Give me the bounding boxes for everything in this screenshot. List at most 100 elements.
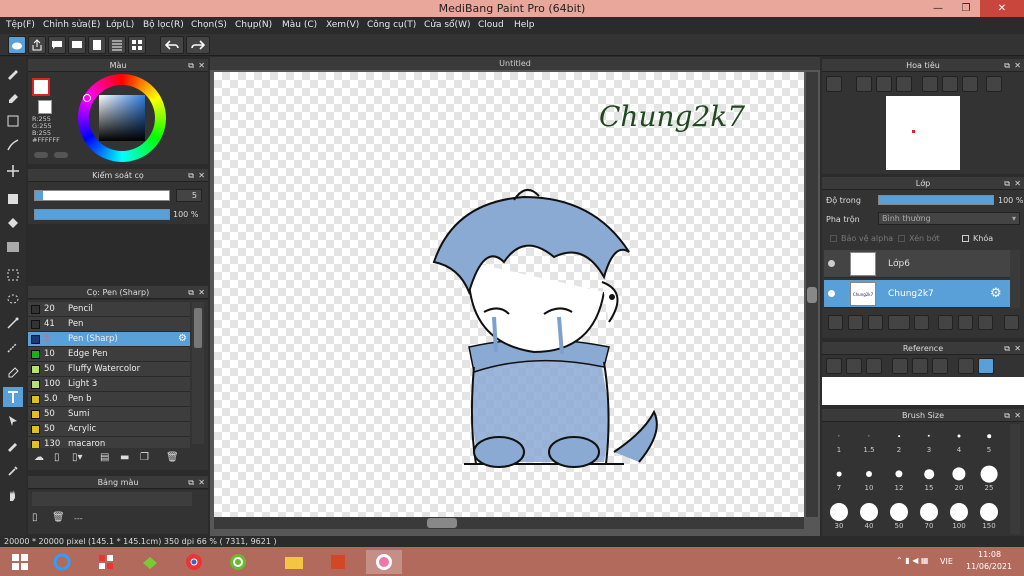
foreground-color-swatch[interactable] <box>32 78 50 96</box>
blend-mode-select[interactable]: Bình thường ▾ <box>878 212 1020 225</box>
refresh-app-icon[interactable] <box>220 550 256 574</box>
brush-size-option[interactable]: 25 <box>974 462 1004 492</box>
float-icon[interactable]: ⧉ <box>188 476 194 489</box>
medibang-icon[interactable] <box>366 550 402 574</box>
new-layer-1bit-icon[interactable] <box>868 315 883 330</box>
layer-row[interactable]: Lớp6 <box>824 250 1020 278</box>
brush-size-option[interactable]: 70 <box>914 500 944 530</box>
brush-size-option[interactable]: 50 <box>884 500 914 530</box>
hand-tool-icon[interactable] <box>3 485 23 505</box>
eye-icon[interactable] <box>828 290 835 297</box>
brush-size-option[interactable]: 20 <box>944 462 974 492</box>
float-icon[interactable]: ⧉ <box>1004 342 1010 355</box>
open-file-icon[interactable] <box>846 358 862 374</box>
new-layer-icon[interactable] <box>828 315 843 330</box>
rotate-left-icon[interactable] <box>922 76 938 92</box>
delete-brush-icon[interactable]: 🗑 <box>166 452 179 463</box>
new-brush-icon[interactable]: ▯ <box>54 452 60 463</box>
move-tool-icon[interactable] <box>3 161 23 181</box>
brush-size-option[interactable]: 3 <box>914 424 944 454</box>
protect-alpha-checkbox[interactable] <box>830 235 837 242</box>
chat-icon[interactable] <box>68 36 86 54</box>
brush-size-option[interactable]: 30 <box>824 500 854 530</box>
select-rect-tool-icon[interactable] <box>3 265 23 285</box>
panel-close-icon[interactable]: ✕ <box>198 476 205 489</box>
operation-tool-icon[interactable] <box>3 411 23 431</box>
brush-row[interactable]: 10 Edge Pen <box>28 347 190 362</box>
float-icon[interactable]: ⧉ <box>1004 409 1010 422</box>
new-layer-8bit-icon[interactable] <box>848 315 863 330</box>
folder-icon[interactable]: ▬ <box>120 452 129 463</box>
delete-palette-icon[interactable]: 🗑 <box>52 512 65 523</box>
tray-icons[interactable]: ⌃ ▮ ◀ ▦ <box>896 556 928 565</box>
fit-icon[interactable] <box>912 358 928 374</box>
gear-icon[interactable]: ⚙ <box>990 286 1002 301</box>
gradient-tool-icon[interactable] <box>3 237 23 257</box>
list-icon[interactable] <box>108 36 126 54</box>
layer-scrollbar[interactable] <box>1010 250 1020 308</box>
brush-size-option[interactable]: 5 <box>974 424 1004 454</box>
duplicate-layer-icon[interactable] <box>938 315 953 330</box>
canvas-h-scrollbar[interactable] <box>214 517 804 529</box>
menu-color[interactable]: Màu (C) <box>282 20 317 30</box>
palette-area[interactable] <box>32 492 192 506</box>
menu-layer[interactable]: Lớp(L) <box>106 20 134 30</box>
layer-settings-icon[interactable] <box>978 315 993 330</box>
app-grid-icon[interactable] <box>88 550 124 574</box>
float-icon[interactable]: ⧉ <box>1004 177 1010 190</box>
flip-icon[interactable] <box>986 76 1002 92</box>
input-language[interactable]: VIE <box>940 557 953 566</box>
clipping-checkbox[interactable] <box>898 235 905 242</box>
brush-row[interactable]: 50 Acrylic <box>28 422 190 437</box>
brush-size-value[interactable]: 5 <box>176 189 202 202</box>
magic-wand-tool-icon[interactable] <box>3 313 23 333</box>
close-reference-icon[interactable] <box>866 358 882 374</box>
minimize-button[interactable]: — <box>924 0 952 17</box>
comment-icon[interactable] <box>48 36 66 54</box>
brush-size-scrollbar[interactable] <box>1010 424 1020 534</box>
color-mode-button[interactable] <box>34 152 48 158</box>
brush-size-option[interactable]: 4 <box>944 424 974 454</box>
panel-close-icon[interactable]: ✕ <box>198 169 205 182</box>
reference-cloud-icon[interactable] <box>826 358 842 374</box>
eye-icon[interactable] <box>828 260 835 267</box>
eyedropper-tool-icon[interactable] <box>3 461 23 481</box>
brush-size-option[interactable]: 12 <box>884 462 914 492</box>
powerpoint-icon[interactable] <box>320 550 356 574</box>
clock-date[interactable]: 11/06/2021 <box>966 562 1012 571</box>
menu-view[interactable]: Xem(V) <box>326 20 359 30</box>
fill-rect-tool-icon[interactable] <box>3 189 23 209</box>
zoom-in-icon[interactable] <box>892 358 908 374</box>
rotate-right-icon[interactable] <box>962 76 978 92</box>
windows-start-icon[interactable] <box>2 550 38 574</box>
brush-list-scrollbar[interactable] <box>192 302 204 444</box>
brush-size-option[interactable]: 1 <box>824 424 854 454</box>
layer-row-selected[interactable]: Chung2k7 Chung2k7 ⚙ <box>824 280 1020 308</box>
eraser-tool-icon[interactable] <box>3 87 23 107</box>
hue-wheel[interactable] <box>78 74 166 162</box>
brush-size-option[interactable]: 40 <box>854 500 884 530</box>
canvas-v-scrollbar[interactable] <box>806 72 818 517</box>
brush-row-selected[interactable]: 5 Pen (Sharp) ⚙ <box>28 332 190 347</box>
zoom-out-icon[interactable] <box>896 76 912 92</box>
brush-settings-icon[interactable]: ▤ <box>100 452 109 463</box>
saturation-square[interactable] <box>99 95 145 141</box>
hue-handle[interactable] <box>83 94 91 102</box>
float-icon[interactable]: ⧉ <box>1004 59 1010 72</box>
duplicate-icon[interactable]: ❐ <box>140 452 149 463</box>
rectangle-tool-icon[interactable] <box>3 111 23 131</box>
brush-opacity-slider[interactable] <box>34 209 170 220</box>
text-tool-icon[interactable] <box>3 387 23 407</box>
menu-cloud[interactable]: Cloud <box>478 20 504 30</box>
undo-icon[interactable] <box>160 36 184 54</box>
zoom-reset-icon[interactable] <box>826 76 842 92</box>
float-icon[interactable]: ⧉ <box>188 286 194 299</box>
bluestacks-icon[interactable] <box>132 550 168 574</box>
panel-close-icon[interactable]: ✕ <box>1014 59 1021 72</box>
menu-edit[interactable]: Chỉnh sửa(E) <box>43 20 100 30</box>
dropper-tool-icon[interactable] <box>3 435 23 455</box>
navigator-preview[interactable] <box>886 96 960 170</box>
panel-close-icon[interactable]: ✕ <box>1014 409 1021 422</box>
fit-icon[interactable] <box>876 76 892 92</box>
rotate-reset-icon[interactable] <box>942 76 958 92</box>
